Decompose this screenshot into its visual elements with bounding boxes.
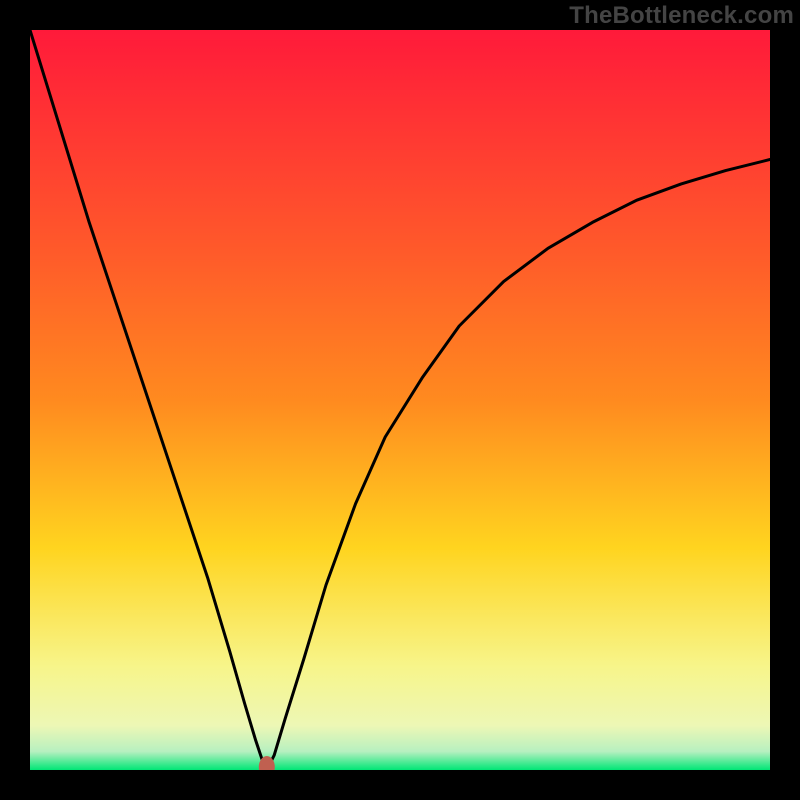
chart-svg bbox=[30, 30, 770, 770]
gradient-background bbox=[30, 30, 770, 770]
chart-frame: TheBottleneck.com bbox=[0, 0, 800, 800]
plot-area bbox=[30, 30, 770, 770]
watermark-text: TheBottleneck.com bbox=[569, 2, 794, 30]
